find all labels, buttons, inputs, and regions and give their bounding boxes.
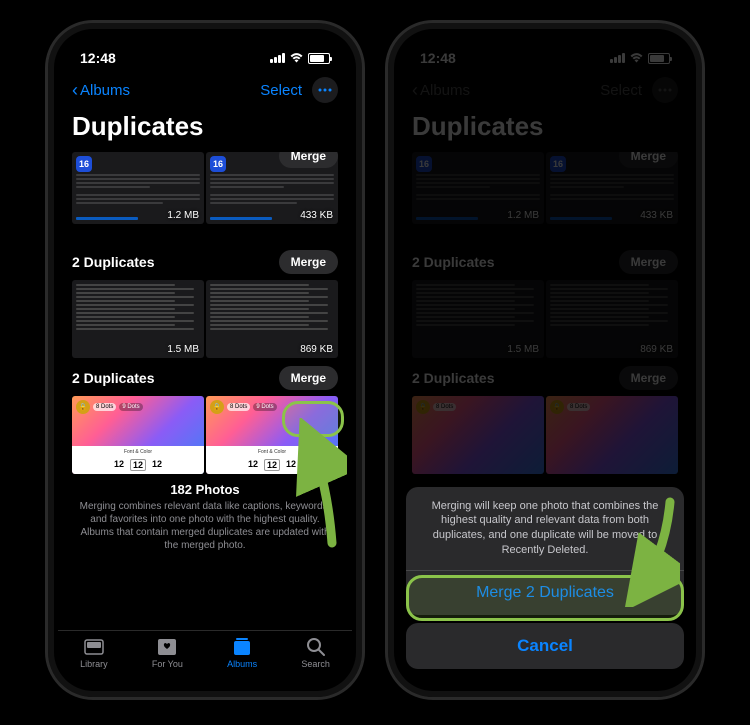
- cellular-icon: [270, 53, 285, 63]
- select-button[interactable]: Select: [260, 82, 302, 99]
- merge-button[interactable]: Merge: [279, 250, 338, 274]
- sheet-description: Merging will keep one photo that combine…: [406, 487, 684, 571]
- tab-albums[interactable]: Albums: [227, 637, 257, 669]
- file-size: 869 KB: [300, 344, 333, 355]
- footer-description: Merging combines relevant data like capt…: [78, 500, 332, 552]
- tab-label: Search: [301, 659, 330, 669]
- content-area[interactable]: 16 1.2 MB 16 433 KB 2 Duplicates Merge: [58, 152, 352, 630]
- file-size: 433 KB: [300, 210, 333, 221]
- action-sheet: Merging will keep one photo that combine…: [406, 487, 684, 669]
- merge-button[interactable]: Merge: [279, 366, 338, 390]
- thumbnail[interactable]: 🔒8 Dots9 Dots Font & Color121212: [72, 396, 204, 474]
- tab-label: For You: [152, 659, 183, 669]
- file-size: 1.5 MB: [167, 344, 199, 355]
- photo-count: 182 Photos: [78, 482, 332, 497]
- group-header: 2 Duplicates Merge: [72, 242, 338, 280]
- tab-label: Library: [80, 659, 108, 669]
- ellipsis-icon: [318, 88, 332, 92]
- duplicate-row: 🔒8 Dots9 Dots Font & Color121212 🔒8 Dots…: [72, 396, 338, 474]
- merge-duplicates-button[interactable]: Merge 2 Duplicates: [406, 571, 684, 615]
- page-title: Duplicates: [58, 111, 352, 152]
- tab-bar: Library For You Albums Search: [58, 630, 352, 687]
- battery-icon: [308, 53, 330, 64]
- group-header: 2 Duplicates Merge: [72, 358, 338, 396]
- tab-library[interactable]: Library: [80, 637, 108, 669]
- albums-icon: [231, 637, 253, 657]
- thumbnail[interactable]: 1.5 MB: [72, 280, 204, 358]
- phone-right: 12:48 ‹ Albums Select Duplicates: [385, 20, 705, 700]
- file-size: 1.2 MB: [167, 210, 199, 221]
- notch: [158, 31, 253, 57]
- photo-library-icon: [83, 637, 105, 657]
- for-you-icon: [156, 637, 178, 657]
- group-header: 2 Duplicates Merge: [72, 152, 338, 174]
- notch: [498, 31, 593, 57]
- thumbnail[interactable]: 869 KB: [206, 280, 338, 358]
- tab-for-you[interactable]: For You: [152, 637, 183, 669]
- status-time: 12:48: [80, 50, 116, 66]
- back-label: Albums: [80, 82, 130, 99]
- status-icons: [270, 51, 330, 66]
- group-title: 2 Duplicates: [72, 254, 154, 270]
- search-icon: [305, 637, 327, 657]
- cancel-button[interactable]: Cancel: [406, 623, 684, 669]
- duplicate-row: 1.5 MB 869 KB: [72, 280, 338, 358]
- nav-bar: ‹ Albums Select: [58, 73, 352, 111]
- thumbnail[interactable]: 🔒8 Dots9 Dots Font & Color121212: [206, 396, 338, 474]
- tab-search[interactable]: Search: [301, 637, 330, 669]
- phone-left: 12:48 ‹ Albums Select: [45, 20, 365, 700]
- screen-right: 12:48 ‹ Albums Select Duplicates: [398, 33, 692, 687]
- group-title: 2 Duplicates: [72, 370, 154, 386]
- back-button[interactable]: ‹ Albums: [72, 80, 130, 101]
- merge-button[interactable]: Merge: [279, 152, 338, 168]
- more-button[interactable]: [312, 77, 338, 103]
- chevron-left-icon: ‹: [72, 80, 78, 101]
- tab-label: Albums: [227, 659, 257, 669]
- footer-info: 182 Photos Merging combines relevant dat…: [72, 474, 338, 558]
- wifi-icon: [289, 51, 304, 66]
- screen-left: 12:48 ‹ Albums Select: [58, 33, 352, 687]
